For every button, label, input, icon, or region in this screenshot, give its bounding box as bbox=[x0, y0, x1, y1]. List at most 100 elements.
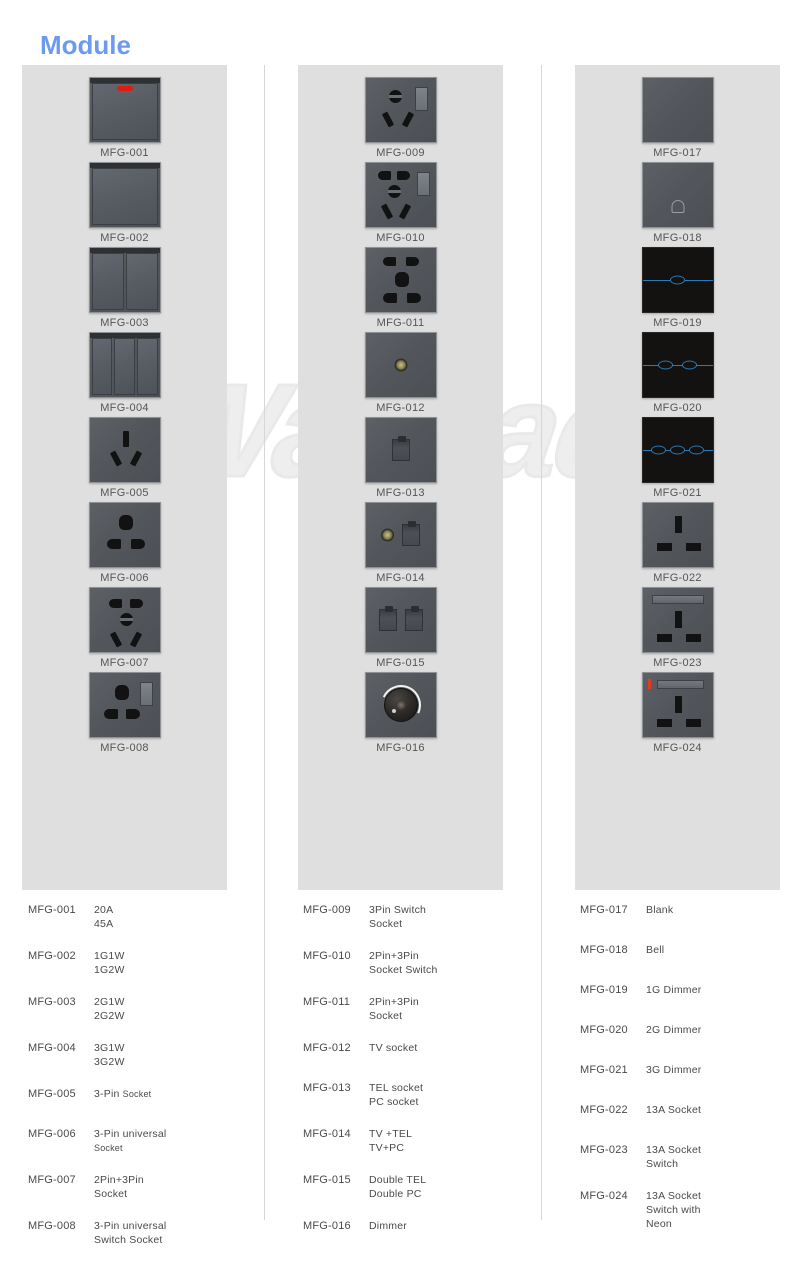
legend-line: Socket bbox=[94, 1143, 123, 1153]
legend-description: 13A Socket Switch with Neon bbox=[646, 1189, 701, 1231]
product-cell[interactable]: MFG-012 bbox=[298, 332, 503, 417]
product-cell[interactable]: MFG-001 bbox=[22, 77, 227, 162]
socket-3pin-au-icon bbox=[88, 417, 161, 483]
product-cell[interactable]: MFG-019 bbox=[575, 247, 780, 332]
legend-line: 13A Socket bbox=[646, 1144, 702, 1156]
product-cell[interactable]: MFG-009 bbox=[298, 77, 503, 162]
product-cell[interactable]: MFG-014 bbox=[298, 502, 503, 587]
product-cell[interactable]: MFG-006 bbox=[22, 502, 227, 587]
tv-plus-telephone-socket-icon bbox=[364, 502, 437, 568]
legend-description: Blank bbox=[646, 903, 673, 917]
legend-line: Blank bbox=[646, 904, 674, 916]
product-panel-column-3: MFG-017 MFG-018 MFG-019 MFG-020 MFG-021 … bbox=[575, 65, 780, 890]
legend-row: MFG-009 3Pin Switch Socket bbox=[303, 903, 513, 931]
product-cell[interactable]: MFG-024 bbox=[575, 672, 780, 757]
product-code: MFG-015 bbox=[376, 657, 425, 669]
legend-code: MFG-024 bbox=[580, 1190, 628, 1202]
product-code: MFG-014 bbox=[376, 572, 425, 584]
legend-code: MFG-014 bbox=[303, 1128, 351, 1140]
legend-line: 3-Pin bbox=[94, 1088, 123, 1100]
legend-row: MFG-020 2G Dimmer bbox=[580, 1023, 790, 1045]
legend-code: MFG-001 bbox=[28, 904, 76, 916]
legend-line: 1G1W bbox=[94, 950, 125, 962]
legend-row: MFG-019 1G Dimmer bbox=[580, 983, 790, 1005]
product-cell[interactable]: MFG-002 bbox=[22, 162, 227, 247]
product-code: MFG-016 bbox=[376, 742, 425, 754]
legend-description: Double TEL Double PC bbox=[369, 1173, 426, 1201]
product-cell[interactable]: MFG-015 bbox=[298, 587, 503, 672]
product-cell[interactable]: MFG-017 bbox=[575, 77, 780, 162]
product-cell[interactable]: MFG-021 bbox=[575, 417, 780, 502]
product-cell[interactable]: MFG-016 bbox=[298, 672, 503, 757]
legend-code: MFG-009 bbox=[303, 904, 351, 916]
product-code: MFG-021 bbox=[653, 487, 702, 499]
socket-3pin-switched-icon bbox=[364, 77, 437, 143]
legend-code: MFG-006 bbox=[28, 1128, 76, 1140]
legend-code: MFG-023 bbox=[580, 1144, 628, 1156]
legend-code: MFG-003 bbox=[28, 996, 76, 1008]
product-cell[interactable]: MFG-005 bbox=[22, 417, 227, 502]
switch-2gang-rocker-icon bbox=[88, 247, 161, 313]
legend-row: MFG-001 20A 45A bbox=[28, 903, 238, 931]
legend-description: TV +TEL TV+PC bbox=[369, 1127, 412, 1155]
socket-13a-uk-switched-icon bbox=[641, 587, 714, 653]
legend-description: Dimmer bbox=[369, 1219, 407, 1233]
product-code: MFG-003 bbox=[100, 317, 149, 329]
legend-line: TV+PC bbox=[369, 1142, 405, 1154]
legend-description: 1G Dimmer bbox=[646, 983, 701, 997]
legend-description: 2Pin+3Pin Socket bbox=[94, 1173, 144, 1201]
legend-line: 3G Dimmer bbox=[646, 1064, 702, 1076]
legend-code: MFG-010 bbox=[303, 950, 351, 962]
legend-row: MFG-010 2Pin+3Pin Socket Switch bbox=[303, 949, 513, 977]
product-cell[interactable]: MFG-020 bbox=[575, 332, 780, 417]
legend-line: TEL socket bbox=[369, 1082, 424, 1094]
product-panel-column-2: MFG-009 MFG-010 MFG-011 MFG-012 MFG-013 … bbox=[298, 65, 503, 890]
legend-row: MFG-024 13A Socket Switch with Neon bbox=[580, 1189, 790, 1231]
legend-row: MFG-015 Double TEL Double PC bbox=[303, 1173, 513, 1201]
product-cell[interactable]: MFG-023 bbox=[575, 587, 780, 672]
legend-code: MFG-016 bbox=[303, 1220, 351, 1232]
legend-row: MFG-013 TEL socket PC socket bbox=[303, 1081, 513, 1109]
double-rj-socket-icon bbox=[364, 587, 437, 653]
product-code: MFG-024 bbox=[653, 742, 702, 754]
product-cell[interactable]: MFG-022 bbox=[575, 502, 780, 587]
product-code: MFG-005 bbox=[100, 487, 149, 499]
legend-code: MFG-007 bbox=[28, 1174, 76, 1186]
product-cell[interactable]: MFG-008 bbox=[22, 672, 227, 757]
product-cell[interactable]: MFG-003 bbox=[22, 247, 227, 332]
product-code: MFG-011 bbox=[376, 317, 425, 329]
legend-line: 3-Pin universal bbox=[94, 1128, 167, 1140]
product-code: MFG-022 bbox=[653, 572, 702, 584]
legend-column-2: MFG-009 3Pin Switch Socket MFG-010 2Pin+… bbox=[303, 903, 513, 1259]
socket-13a-uk-icon bbox=[641, 502, 714, 568]
legend-line: Switch bbox=[646, 1158, 679, 1170]
legend-row: MFG-007 2Pin+3Pin Socket bbox=[28, 1173, 238, 1201]
legend-code: MFG-021 bbox=[580, 1064, 628, 1076]
legend-description: 2Pin+3Pin Socket Switch bbox=[369, 949, 438, 977]
socket-2pin-plus-3pin-icon bbox=[88, 587, 161, 653]
legend-line: 2G Dimmer bbox=[646, 1024, 702, 1036]
touch-dimmer-1gang-icon bbox=[641, 247, 714, 313]
switch-3gang-rocker-icon bbox=[88, 332, 161, 398]
socket-2pin-3pin-switched-icon bbox=[364, 162, 437, 228]
blank-plate-icon bbox=[641, 77, 714, 143]
legend-line: 20A bbox=[94, 904, 114, 916]
product-cell[interactable]: MFG-011 bbox=[298, 247, 503, 332]
product-cell[interactable]: MFG-007 bbox=[22, 587, 227, 672]
product-code: MFG-010 bbox=[376, 232, 425, 244]
product-cell[interactable]: MFG-018 bbox=[575, 162, 780, 247]
product-code: MFG-012 bbox=[376, 402, 425, 414]
product-cell[interactable]: MFG-010 bbox=[298, 162, 503, 247]
legend-row: MFG-002 1G1W 1G2W bbox=[28, 949, 238, 977]
legend-line: Socket bbox=[369, 1010, 403, 1022]
legend-row: MFG-003 2G1W 2G2W bbox=[28, 995, 238, 1023]
legend-row: MFG-018 Bell bbox=[580, 943, 790, 965]
legend-description: 2Pin+3Pin Socket bbox=[369, 995, 419, 1023]
switch-1gang-blank-rocker-icon bbox=[88, 162, 161, 228]
product-cell[interactable]: MFG-004 bbox=[22, 332, 227, 417]
legend-line: 13A Socket bbox=[646, 1104, 702, 1116]
legend-line: 1G2W bbox=[94, 964, 125, 976]
product-cell[interactable]: MFG-013 bbox=[298, 417, 503, 502]
legend-description: 3-Pin Socket bbox=[94, 1087, 151, 1101]
legend-description: 2G Dimmer bbox=[646, 1023, 701, 1037]
